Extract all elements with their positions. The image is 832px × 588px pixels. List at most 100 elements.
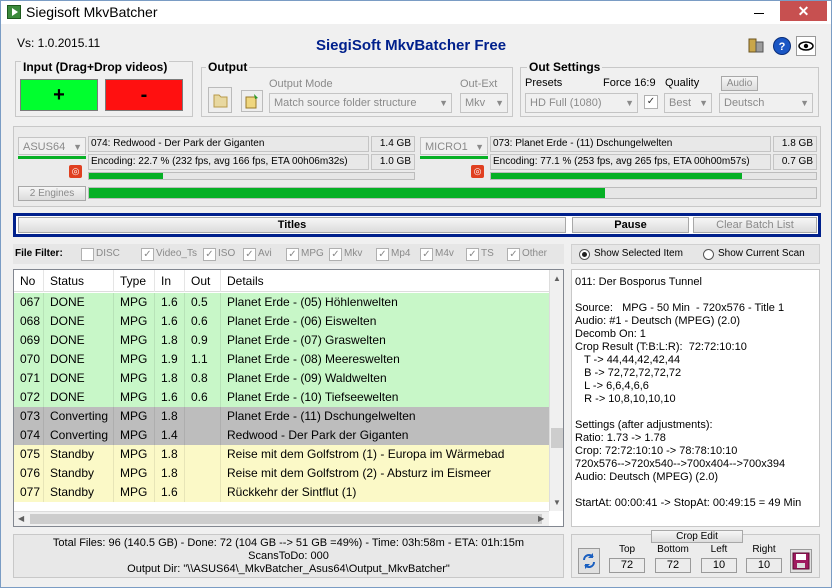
show-selected-radio[interactable] [579, 249, 590, 260]
engine-2-stop-icon[interactable]: ◎ [471, 165, 484, 178]
table-row[interactable]: 067 DONE MPG 1.6 0.5 Planet Erde - (05) Höhle… [14, 293, 550, 312]
cell-type: MPG [114, 388, 155, 407]
h-scroll-thumb[interactable] [30, 514, 542, 524]
folder-icon[interactable] [208, 87, 232, 113]
force-169-label: Force 16:9 [603, 77, 656, 89]
filter-disc-checkbox[interactable] [81, 248, 94, 261]
detail-line [575, 406, 816, 419]
presets-select[interactable]: HD Full (1080) ▼ [525, 93, 638, 113]
table-row[interactable]: 074 Converting MPG 1.4 Redwood - Der Park de… [14, 426, 550, 445]
refresh-icon[interactable] [578, 548, 600, 574]
audio-button[interactable]: Audio [721, 76, 758, 91]
engine-1-host-select[interactable]: ASUS64 ▼ [18, 137, 86, 155]
open-output-icon[interactable] [241, 90, 263, 112]
cell-out [185, 464, 221, 483]
crop-bottom-input[interactable]: 72 [655, 558, 691, 573]
filter-disc-label: DISC [96, 248, 120, 259]
cell-in: 1.8 [155, 445, 185, 464]
minimize-button[interactable] [745, 1, 773, 21]
app-icon [7, 5, 21, 19]
detail-line: R -> 10,8,10,10,10 [575, 393, 676, 405]
table-row[interactable]: 077 Standby MPG 1.6 Rückkehr der Sintflut (1… [14, 483, 550, 502]
crop-right-input[interactable]: 10 [746, 558, 782, 573]
filter-mpg-checkbox[interactable]: ✓ [286, 248, 299, 261]
show-current-radio[interactable] [703, 249, 714, 260]
engines-count-button[interactable]: 2 Engines [18, 186, 86, 201]
filter-iso-checkbox[interactable]: ✓ [203, 248, 216, 261]
cell-no: 073 [14, 407, 44, 426]
window-title: Siegisoft MkvBatcher [26, 4, 158, 20]
save-icon[interactable] [790, 549, 812, 573]
detail-line [575, 289, 816, 302]
table-row[interactable]: 069 DONE MPG 1.8 0.9 Planet Erde - (07) Grasw… [14, 331, 550, 350]
engine-1-progress-fill [89, 173, 163, 179]
crop-edit-button[interactable]: Crop Edit [651, 530, 743, 543]
filter-avi-checkbox[interactable]: ✓ [243, 248, 256, 261]
col-details[interactable]: Details [221, 270, 550, 292]
output-mode-value: Match source folder structure [274, 97, 417, 109]
engine-1-status: Encoding: 22.7 % (232 fps, avg 166 fps, … [88, 154, 369, 170]
quality-select[interactable]: Best ▼ [664, 93, 712, 113]
scroll-thumb[interactable] [551, 428, 563, 448]
output-mode-select[interactable]: Match source folder structure ▼ [269, 93, 452, 113]
clear-batch-list-button[interactable]: Clear Batch List [693, 217, 817, 233]
filter-m4v-checkbox[interactable]: ✓ [420, 248, 433, 261]
preview-eye-icon[interactable] [796, 36, 816, 56]
pause-button[interactable]: Pause [572, 217, 689, 233]
table-row[interactable]: 073 Converting MPG 1.8 Planet Erde - (11) Ds… [14, 407, 550, 426]
cell-details: Planet Erde - (06) Eiswelten [221, 312, 550, 331]
engine-1-stop-icon[interactable]: ◎ [69, 165, 82, 178]
cell-type: MPG [114, 445, 155, 464]
table-vertical-scrollbar[interactable]: ▲ ▼ [549, 270, 563, 511]
cell-out [185, 445, 221, 464]
force-169-checkbox[interactable]: ✓ [644, 95, 658, 109]
help-icon[interactable]: ? [772, 36, 792, 56]
cell-in: 1.8 [155, 331, 185, 350]
scroll-down-icon[interactable]: ▼ [553, 498, 561, 507]
tools-icon[interactable] [746, 36, 766, 56]
col-in[interactable]: In [155, 270, 185, 292]
add-videos-button[interactable]: + [20, 79, 98, 111]
scan-details-panel: 011: Der Bosporus Tunnel Source: MPG - 50… [571, 269, 820, 527]
filter-video-ts-checkbox[interactable]: ✓ [141, 248, 154, 261]
cell-type: MPG [114, 483, 155, 502]
out-ext-select[interactable]: Mkv ▼ [460, 93, 508, 113]
detail-line: Crop: 72:72:10:10 -> 78:78:10:10 [575, 445, 738, 457]
audio-language-select[interactable]: Deutsch ▼ [719, 93, 813, 113]
scroll-left-icon[interactable]: ◀ [18, 514, 24, 523]
crop-left-input[interactable]: 10 [701, 558, 737, 573]
cell-no: 072 [14, 388, 44, 407]
table-row[interactable]: 071 DONE MPG 1.8 0.8 Planet Erde - (09) Waldw… [14, 369, 550, 388]
filter-mkv-checkbox[interactable]: ✓ [329, 248, 342, 261]
cell-in: 1.8 [155, 464, 185, 483]
col-status[interactable]: Status [44, 270, 114, 292]
filter-ts-checkbox[interactable]: ✓ [466, 248, 479, 261]
engine-2-host-select[interactable]: MICRO1 ▼ [420, 137, 488, 155]
table-row[interactable]: 076 Standby MPG 1.8 Reise mit dem Golfstrom … [14, 464, 550, 483]
cell-status: Standby [44, 464, 114, 483]
table-row[interactable]: 072 DONE MPG 1.6 0.6 Planet Erde - (10) Tiefs… [14, 388, 550, 407]
cell-type: MPG [114, 293, 155, 312]
detail-line: 720x576-->720x540-->700x404-->700x394 [575, 458, 786, 470]
cell-in: 1.6 [155, 312, 185, 331]
table-row[interactable]: 068 DONE MPG 1.6 0.6 Planet Erde - (06) Eiswe… [14, 312, 550, 331]
titles-button[interactable]: Titles [18, 217, 566, 233]
col-no[interactable]: No [14, 270, 44, 292]
version-label: Vs: 1.0.2015.11 [17, 36, 101, 50]
col-out[interactable]: Out [185, 270, 221, 292]
scroll-right-icon[interactable]: ▶ [538, 514, 544, 523]
table-row[interactable]: 075 Standby MPG 1.8 Reise mit dem Golfstrom … [14, 445, 550, 464]
col-type[interactable]: Type [114, 270, 155, 292]
remove-videos-button[interactable]: - [105, 79, 183, 111]
crop-left-label: Left [710, 544, 728, 555]
table-horizontal-scrollbar[interactable]: ◀ ▶ [14, 511, 549, 526]
filter-other-checkbox[interactable]: ✓ [507, 248, 520, 261]
close-button[interactable]: ✕ [780, 1, 827, 21]
scroll-up-icon[interactable]: ▲ [553, 274, 561, 283]
cell-type: MPG [114, 464, 155, 483]
crop-bottom-label: Bottom [657, 544, 689, 555]
cell-no: 071 [14, 369, 44, 388]
table-row[interactable]: 070 DONE MPG 1.9 1.1 Planet Erde - (08) Meere… [14, 350, 550, 369]
filter-mp4-checkbox[interactable]: ✓ [376, 248, 389, 261]
crop-top-input[interactable]: 72 [609, 558, 645, 573]
